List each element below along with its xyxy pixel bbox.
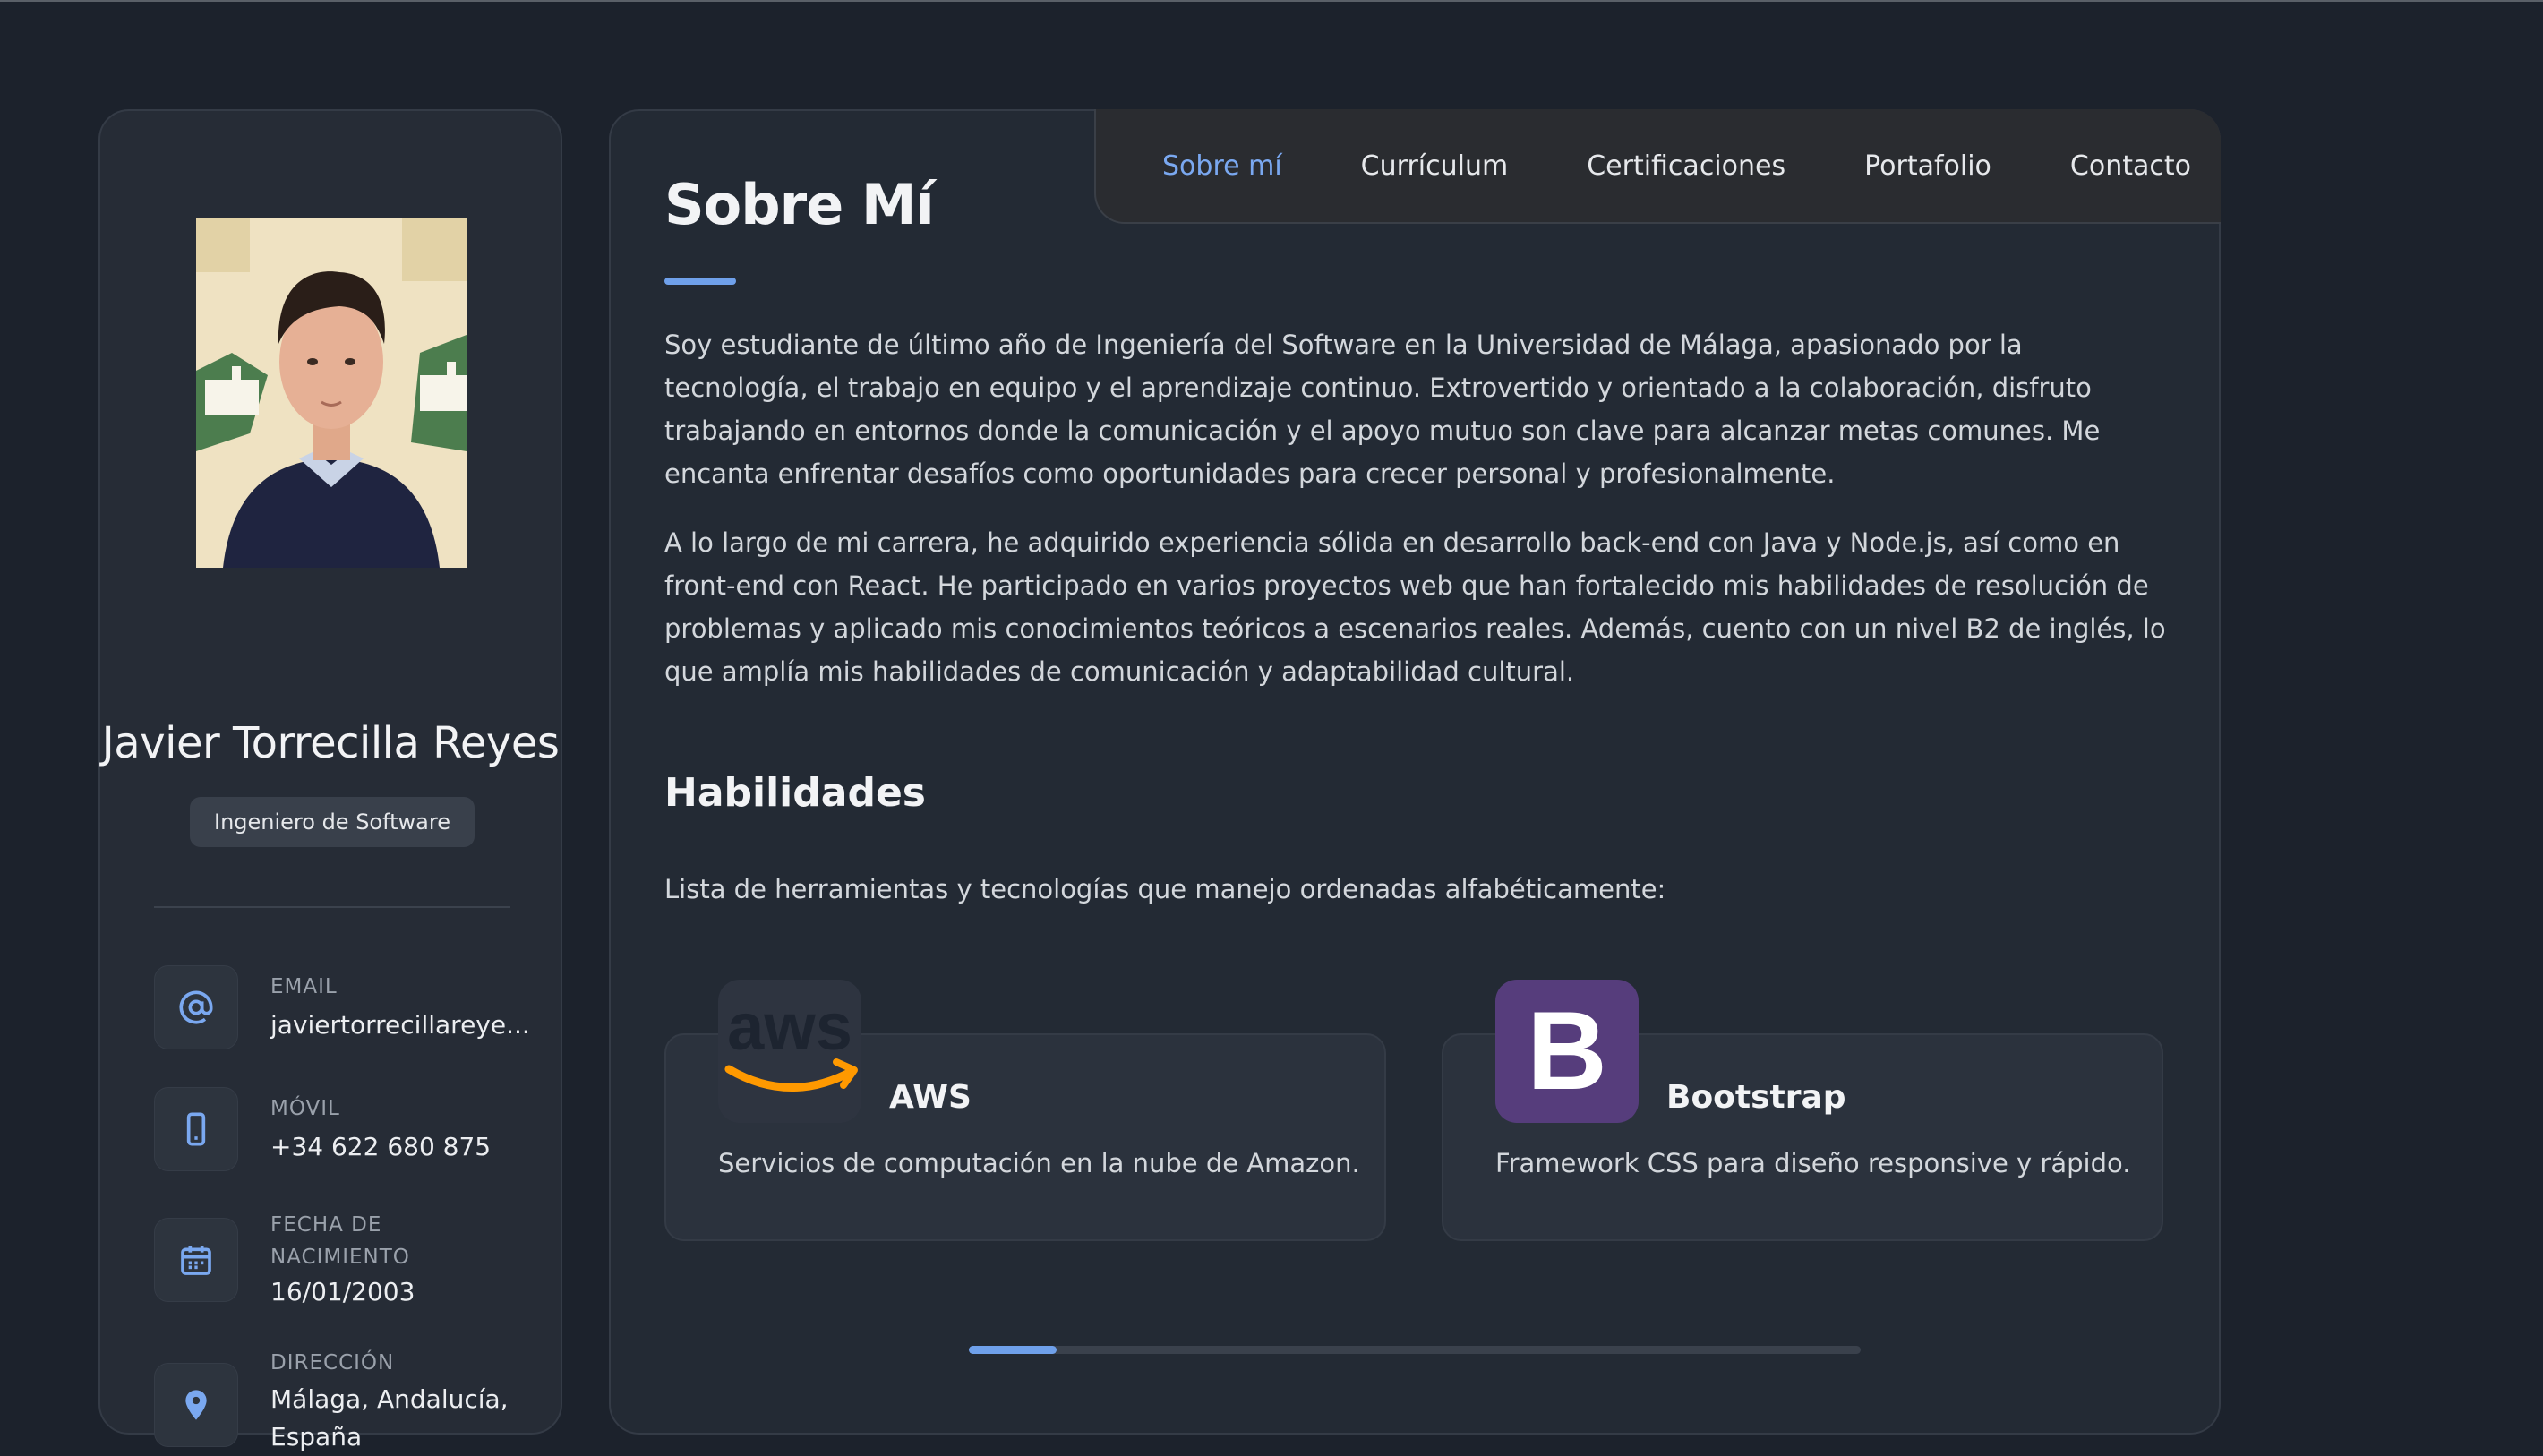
- about-paragraph-1: Soy estudiante de último año de Ingenier…: [664, 330, 2101, 489]
- profile-sidebar: Javier Torrecilla Reyes Ingeniero de Sof…: [98, 109, 562, 1452]
- top-navigation: Sobre mí Currículum Certificaciones Port…: [1094, 109, 2221, 224]
- skill-description: Servicios de computación en la nube de A…: [718, 1148, 1360, 1178]
- aws-logo-text: aws: [727, 989, 852, 1064]
- aws-logo-icon: aws: [718, 980, 861, 1123]
- info-value: javiertorrecillareye...: [270, 1010, 530, 1040]
- profile-name: Javier Torrecilla Reyes: [101, 718, 560, 768]
- tab-portafolio[interactable]: Portafolio: [1864, 150, 1991, 182]
- window-top-border: [0, 0, 2543, 2]
- map-pin-icon: [154, 1363, 238, 1447]
- divider: [154, 906, 510, 908]
- calendar-icon: [154, 1218, 238, 1302]
- avatar: [196, 218, 467, 568]
- skill-name: AWS: [889, 1079, 972, 1116]
- tab-sobre-mi[interactable]: Sobre mí: [1162, 150, 1282, 182]
- page-title: Sobre Mí: [664, 172, 935, 237]
- skills-intro: Lista de herramientas y tecnologías que …: [664, 874, 1666, 904]
- info-value: España: [270, 1422, 363, 1452]
- bootstrap-logo-icon: B: [1495, 980, 1639, 1123]
- info-value: +34 622 680 875: [270, 1132, 492, 1161]
- tab-contacto[interactable]: Contacto: [2070, 150, 2191, 182]
- role-badge: Ingeniero de Software: [190, 797, 475, 847]
- info-label: FECHA DE: [270, 1213, 382, 1237]
- carousel-scroll-track[interactable]: [969, 1346, 1861, 1354]
- info-label: NACIMIENTO: [270, 1246, 410, 1269]
- title-underline: [664, 278, 736, 285]
- phone-icon: [154, 1087, 238, 1171]
- tab-curriculum[interactable]: Currículum: [1361, 150, 1509, 182]
- skill-description: Framework CSS para diseño responsive y r…: [1495, 1148, 2131, 1178]
- info-label: MÓVIL: [270, 1097, 340, 1120]
- info-label: EMAIL: [270, 975, 338, 998]
- about-paragraph-2: A lo largo de mi carrera, he adquirido e…: [664, 527, 2166, 687]
- skills-heading: Habilidades: [664, 770, 926, 816]
- bootstrap-logo-text: B: [1527, 989, 1607, 1113]
- skill-name: Bootstrap: [1666, 1079, 1846, 1116]
- info-value: Málaga, Andalucía,: [270, 1384, 509, 1414]
- at-icon: [154, 965, 238, 1049]
- info-value: 16/01/2003: [270, 1277, 415, 1306]
- tab-certificaciones[interactable]: Certificaciones: [1587, 150, 1785, 182]
- carousel-scroll-thumb[interactable]: [969, 1346, 1057, 1354]
- info-label: DIRECCIÓN: [270, 1351, 395, 1375]
